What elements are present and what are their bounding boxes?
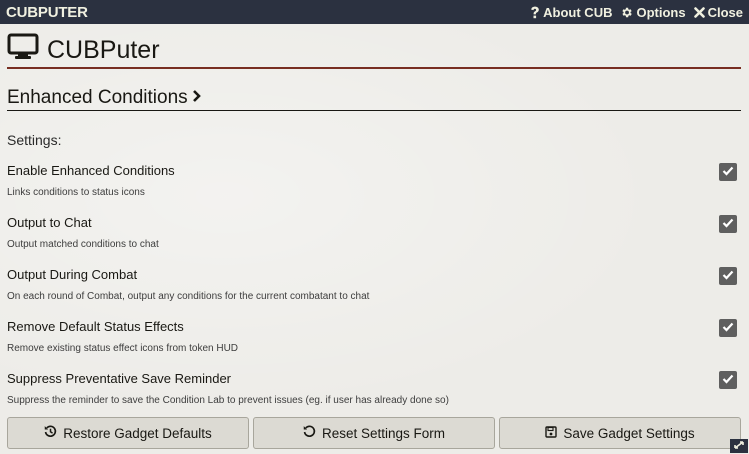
checkmark-icon	[722, 267, 734, 285]
setting-hint: Remove existing status effect icons from…	[7, 343, 239, 354]
setting-enable-enhanced-conditions: Enable Enhanced Conditions Links conditi…	[7, 163, 741, 198]
setting-output-during-combat: Output During Combat On each round of Co…	[7, 267, 741, 302]
monitor-icon	[7, 33, 39, 67]
restore-gadget-defaults-button[interactable]: Restore Gadget Defaults	[7, 417, 249, 449]
about-cub-label: About CUB	[543, 4, 613, 20]
settings-heading: Settings:	[7, 132, 62, 148]
title-divider	[7, 67, 741, 69]
setting-hint: Output matched conditions to chat	[7, 239, 159, 250]
setting-remove-default-status-effects: Remove Default Status Effects Remove exi…	[7, 319, 741, 354]
reset-settings-form-label: Reset Settings Form	[321, 425, 446, 441]
save-icon	[545, 425, 558, 441]
chevron-right-icon	[192, 87, 202, 109]
close-icon	[693, 6, 705, 18]
setting-label: Suppress Preventative Save Reminder	[7, 371, 232, 386]
resize-icon	[733, 437, 745, 454]
setting-label: Output During Combat	[7, 267, 138, 282]
section-title-text: Enhanced Conditions	[7, 87, 188, 108]
setting-output-to-chat: Output to Chat Output matched conditions…	[7, 215, 741, 250]
enable-enhanced-conditions-checkbox[interactable]	[719, 163, 737, 181]
checkmark-icon	[722, 215, 734, 233]
close-button[interactable]: Close	[693, 4, 743, 20]
options-button[interactable]: Options	[620, 4, 686, 20]
window-resize-handle[interactable]	[730, 439, 748, 453]
output-during-combat-checkbox[interactable]	[719, 267, 737, 285]
app-title-text: CUBPuter	[47, 35, 160, 64]
options-label: Options	[636, 4, 686, 20]
reset-settings-form-button[interactable]: Reset Settings Form	[253, 417, 495, 449]
checkmark-icon	[722, 371, 734, 389]
setting-label: Enable Enhanced Conditions	[7, 163, 175, 178]
setting-hint: Links conditions to status icons	[7, 187, 145, 198]
section-divider	[7, 110, 741, 111]
window-header[interactable]: CUBPUTER About CUB Options Close	[0, 0, 749, 24]
setting-label: Remove Default Status Effects	[7, 319, 184, 334]
checkmark-icon	[722, 319, 734, 337]
close-label: Close	[707, 4, 743, 20]
question-icon	[530, 6, 540, 19]
window-content: CUBPuter Enhanced Conditions Settings: E…	[0, 24, 749, 454]
remove-default-status-effects-checkbox[interactable]	[719, 319, 737, 337]
history-icon	[44, 425, 57, 441]
setting-hint: On each round of Combat, output any cond…	[7, 291, 370, 302]
save-gadget-settings-button[interactable]: Save Gadget Settings	[499, 417, 741, 449]
undo-icon	[303, 425, 316, 441]
save-gadget-settings-label: Save Gadget Settings	[563, 425, 695, 441]
footer-buttons: Restore Gadget Defaults Reset Settings F…	[7, 417, 741, 449]
window-controls: About CUB Options Close	[530, 5, 743, 20]
checkmark-icon	[722, 163, 734, 181]
setting-hint: Suppress the reminder to save the Condit…	[7, 395, 449, 406]
suppress-preventative-save-reminder-checkbox[interactable]	[719, 371, 737, 389]
about-cub-button[interactable]: About CUB	[530, 5, 612, 20]
gear-icon	[620, 6, 633, 19]
section-title[interactable]: Enhanced Conditions	[7, 87, 202, 109]
app-title: CUBPuter	[7, 33, 160, 67]
restore-gadget-defaults-label: Restore Gadget Defaults	[63, 425, 212, 441]
output-to-chat-checkbox[interactable]	[719, 215, 737, 233]
window-title: CUBPUTER	[6, 3, 88, 21]
setting-label: Output to Chat	[7, 215, 92, 230]
setting-suppress-preventative-save-reminder: Suppress Preventative Save Reminder Supp…	[7, 371, 741, 406]
